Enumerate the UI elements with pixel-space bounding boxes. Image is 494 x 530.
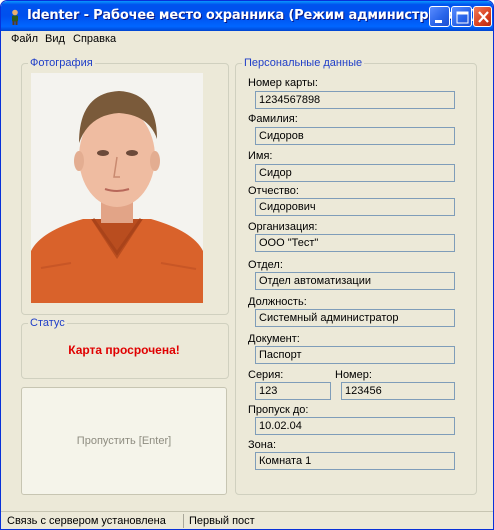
pass-until-field[interactable]: 10.02.04: [255, 417, 455, 435]
zone-field[interactable]: Комната 1: [255, 452, 455, 470]
app-figure-icon: [12, 9, 18, 25]
doc-number-field[interactable]: 123456: [341, 382, 455, 400]
surname-label: Фамилия:: [248, 113, 298, 125]
title-bar[interactable]: Identer - Рабочее место охранника (Режим…: [1, 1, 493, 31]
card-number-field[interactable]: 1234567898: [255, 91, 455, 109]
post-status: Первый пост: [189, 515, 255, 527]
position-label: Должность:: [248, 296, 307, 308]
menu-bar: Файл Вид Справка: [5, 31, 491, 49]
position-field[interactable]: Системный администратор: [255, 309, 455, 327]
maximize-button[interactable]: [451, 6, 472, 27]
pass-until-label: Пропуск до:: [248, 404, 309, 416]
department-label: Отдел:: [248, 259, 283, 271]
minimize-button[interactable]: [429, 6, 450, 27]
status-separator: [183, 514, 184, 528]
organization-label: Организация:: [248, 221, 318, 233]
minimize-icon: [435, 20, 442, 23]
menu-file[interactable]: Файл: [11, 33, 38, 45]
skip-button[interactable]: Пропустить [Enter]: [21, 387, 227, 495]
surname-field[interactable]: Сидоров: [255, 127, 455, 145]
department-field[interactable]: Отдел автоматизации: [255, 272, 455, 290]
status-bar: Связь с сервером установлена Первый пост: [1, 511, 493, 529]
close-icon: [478, 11, 489, 23]
person-photo: [31, 73, 203, 303]
card-number-label: Номер карты:: [248, 77, 318, 89]
menu-help[interactable]: Справка: [73, 33, 116, 45]
status-message: Карта просрочена!: [68, 343, 180, 357]
photo-group-title: Фотография: [28, 57, 95, 69]
window-title: Identer - Рабочее место охранника (Режим…: [27, 8, 477, 23]
series-field[interactable]: 123: [255, 382, 331, 400]
close-button[interactable]: [473, 6, 492, 27]
zone-label: Зона:: [248, 439, 277, 451]
menu-view[interactable]: Вид: [45, 33, 65, 45]
status-group-title: Статус: [28, 317, 67, 329]
maximize-icon: [456, 11, 469, 24]
document-label: Документ:: [248, 333, 300, 345]
app-window: Identer - Рабочее место охранника (Режим…: [0, 0, 494, 530]
connection-status: Связь с сервером установлена: [7, 515, 166, 527]
organization-field[interactable]: ООО "Тест": [255, 234, 455, 252]
doc-number-label: Номер:: [335, 369, 372, 381]
name-label: Имя:: [248, 150, 273, 162]
personal-data-title: Персональные данные: [242, 57, 365, 69]
series-label: Серия:: [248, 369, 284, 381]
patronymic-field[interactable]: Сидорович: [255, 198, 455, 216]
name-field[interactable]: Сидор: [255, 164, 455, 182]
document-field[interactable]: Паспорт: [255, 346, 455, 364]
patronymic-label: Отчество:: [248, 185, 299, 197]
